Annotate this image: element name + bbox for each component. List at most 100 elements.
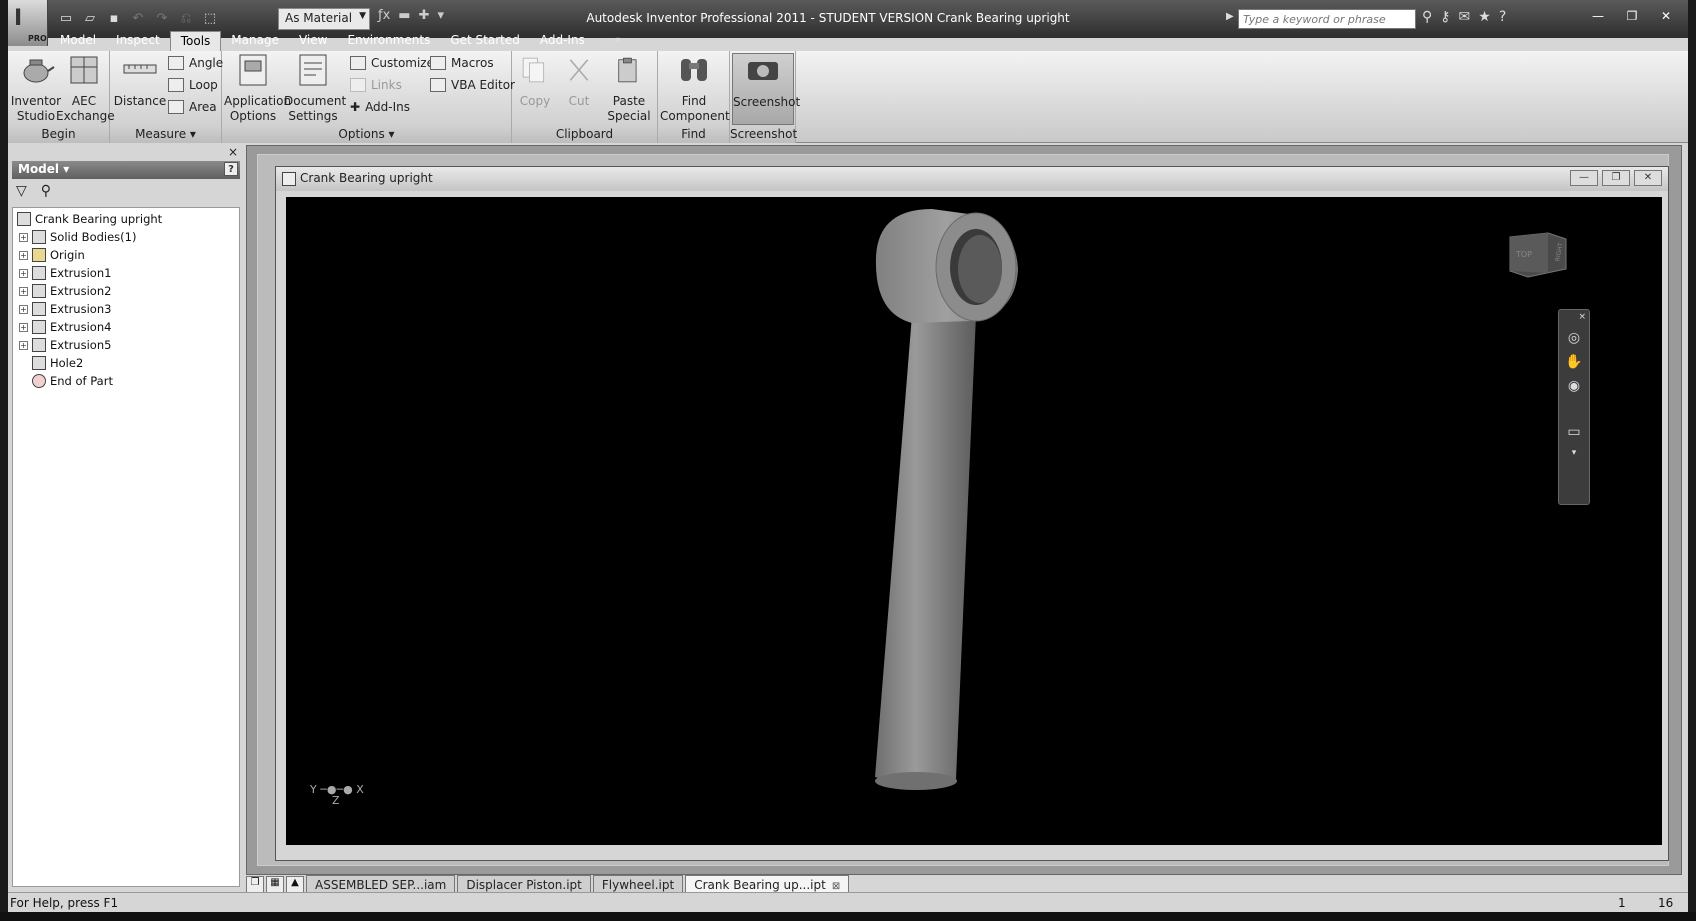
panel-options-label[interactable]: Options ▾ [222, 125, 511, 143]
favorites-star-icon[interactable]: ★ [1478, 9, 1491, 25]
binoculars-icon[interactable]: ⚲ [1422, 9, 1432, 25]
tab-inspect[interactable]: Inspect [106, 31, 170, 51]
tree-item-solid-bodies[interactable]: + Solid Bodies(1) [17, 228, 235, 246]
screenshot-button[interactable]: Screenshot [732, 53, 800, 125]
pro-badge: PRO [28, 34, 47, 43]
expand-icon[interactable]: + [19, 250, 28, 260]
browser-close-icon[interactable]: × [228, 145, 238, 159]
select-icon[interactable]: ⬚ [200, 10, 220, 28]
new-icon[interactable]: ▭ [56, 10, 76, 28]
copy-button[interactable]: Copy [514, 53, 556, 109]
expand-icon[interactable]: + [19, 232, 28, 242]
help-icon[interactable]: ? [1499, 9, 1506, 25]
tree-item-end-of-part[interactable]: End of Part [17, 372, 235, 390]
communication-icon[interactable]: ✉ [1459, 9, 1471, 25]
document-settings-button[interactable]: Document Settings [284, 53, 346, 124]
links-button[interactable]: Links [350, 75, 402, 95]
tree-item-extrusion3[interactable]: + Extrusion3 [17, 300, 235, 318]
document-title-bar[interactable]: Crank Bearing upright — ❐ ✕ [276, 167, 1668, 191]
navigation-bar: × ◎ ✋ ◉ ▭ ▾ [1558, 309, 1590, 505]
area-button[interactable]: Area [168, 97, 217, 117]
tree-item-extrusion2[interactable]: + Extrusion2 [17, 282, 235, 300]
vba-editor-button[interactable]: VBA Editor [430, 75, 515, 95]
browser-header[interactable]: Model ▾ ? [12, 161, 240, 179]
tab-add-ins[interactable]: Add-Ins [530, 31, 595, 51]
undo-icon[interactable]: ↶ [128, 10, 148, 28]
panel-clipboard-label: Clipboard [512, 125, 657, 143]
macros-button[interactable]: Macros [430, 53, 494, 73]
ribbon: Inventor Studio AEC Exchange Begin Dista… [8, 51, 1688, 143]
expand-icon[interactable]: + [19, 286, 28, 296]
tab-tools[interactable]: Tools [169, 31, 222, 51]
distance-label: Distance [113, 94, 167, 108]
save-icon[interactable]: ▪ [104, 10, 124, 28]
tab-get-started[interactable]: Get Started [440, 31, 530, 51]
navbar-menu-icon[interactable]: ▾ [1559, 448, 1589, 458]
fx-icon[interactable]: ƒx [378, 8, 390, 23]
search-expand-icon[interactable]: ▶ [1226, 11, 1234, 22]
aec-exchange-button[interactable]: AEC Exchange [56, 53, 115, 124]
tree-item-origin[interactable]: + Origin [17, 246, 235, 264]
expand-icon[interactable]: + [19, 268, 28, 278]
find-component-button[interactable]: Find Component [660, 53, 730, 124]
loop-button[interactable]: Loop [168, 75, 218, 95]
key-icon[interactable]: ⚷ [1440, 9, 1450, 25]
tree-item-extrusion1[interactable]: + Extrusion1 [17, 264, 235, 282]
filter-icon[interactable]: ▽ [16, 183, 27, 199]
close-icon[interactable]: ✕ [1650, 6, 1682, 26]
distance-button[interactable]: Distance [112, 53, 168, 109]
tab-model[interactable]: Model [50, 31, 106, 51]
redo-icon[interactable]: ↷ [152, 10, 172, 28]
extrusion-icon [32, 284, 46, 298]
expand-icon[interactable]: + [19, 322, 28, 332]
material-select[interactable]: As Material ▼ [278, 8, 370, 30]
tab-view[interactable]: View [289, 31, 337, 51]
end-of-part-icon [32, 374, 46, 388]
return-icon[interactable]: ⎌ [176, 10, 196, 28]
customize-button[interactable]: Customize [350, 53, 434, 73]
pan-hand-icon[interactable]: ✋ [1559, 354, 1589, 370]
tree-item-extrusion5[interactable]: + Extrusion5 [17, 336, 235, 354]
panel-measure-label[interactable]: Measure ▾ [110, 125, 221, 143]
add-ins-button[interactable]: ✚ Add-Ins [350, 97, 410, 117]
status-count-1: 1 [1618, 896, 1626, 910]
restore-icon[interactable]: ❐ [1616, 6, 1648, 26]
paste-special-button[interactable]: Paste Special [602, 53, 656, 124]
doc-close-icon[interactable]: ✕ [1634, 170, 1662, 186]
graphics-viewport[interactable]: TOP RIGHT × ◎ ✋ ◉ ▭ ▾ Y ─●─● X Z [286, 197, 1662, 845]
doc-tab-close-icon[interactable]: ⊠ [832, 881, 840, 892]
extrusion-icon [32, 338, 46, 352]
open-icon[interactable]: ▱ [80, 10, 100, 28]
minimize-icon[interactable]: — [1582, 6, 1614, 26]
tab-environments[interactable]: Environments [337, 31, 440, 51]
tree-root[interactable]: Crank Bearing upright [17, 210, 235, 228]
browser-help-icon[interactable]: ? [224, 162, 238, 176]
angle-button[interactable]: Angle [168, 53, 223, 73]
tree-item-extrusion4[interactable]: + Extrusion4 [17, 318, 235, 336]
part-document-icon [282, 172, 296, 186]
doc-minimize-icon[interactable]: — [1570, 170, 1598, 186]
camera-icon [748, 62, 778, 80]
search-input[interactable]: Type a keyword or phrase [1238, 9, 1416, 29]
triad-y-label: Y [310, 783, 317, 796]
application-options-button[interactable]: Application Options [224, 53, 291, 124]
find-binoculars-icon[interactable]: ⚲ [41, 183, 51, 199]
scissors-icon [569, 59, 589, 81]
expand-icon[interactable]: + [19, 304, 28, 314]
cut-button[interactable]: Cut [558, 53, 600, 109]
navbar-close-icon[interactable]: × [1559, 312, 1589, 322]
view-face-icon[interactable]: ▭ [1559, 424, 1589, 440]
application-menu-button[interactable]: I PRO [8, 0, 48, 46]
qat-more-icon[interactable]: ▾ [437, 8, 444, 23]
orbit-icon[interactable]: ◉ [1559, 378, 1589, 394]
viewcube-icon[interactable]: TOP RIGHT [1508, 229, 1568, 279]
expand-icon[interactable]: + [19, 340, 28, 350]
doc-restore-icon[interactable]: ❐ [1602, 170, 1630, 186]
ribbon-options-icon[interactable]: ▭ ▾ [595, 31, 629, 51]
steering-wheel-icon[interactable]: ◎ [1559, 330, 1589, 346]
measure-icon[interactable]: ▬ [398, 8, 410, 23]
tab-manage[interactable]: Manage [221, 31, 289, 51]
document-tabs: ❐ ▦ ▲ ASSEMBLED SEP...iam Displacer Pist… [246, 874, 851, 894]
tree-item-hole2[interactable]: Hole2 [17, 354, 235, 372]
plus-icon[interactable]: ✚ [419, 8, 430, 23]
